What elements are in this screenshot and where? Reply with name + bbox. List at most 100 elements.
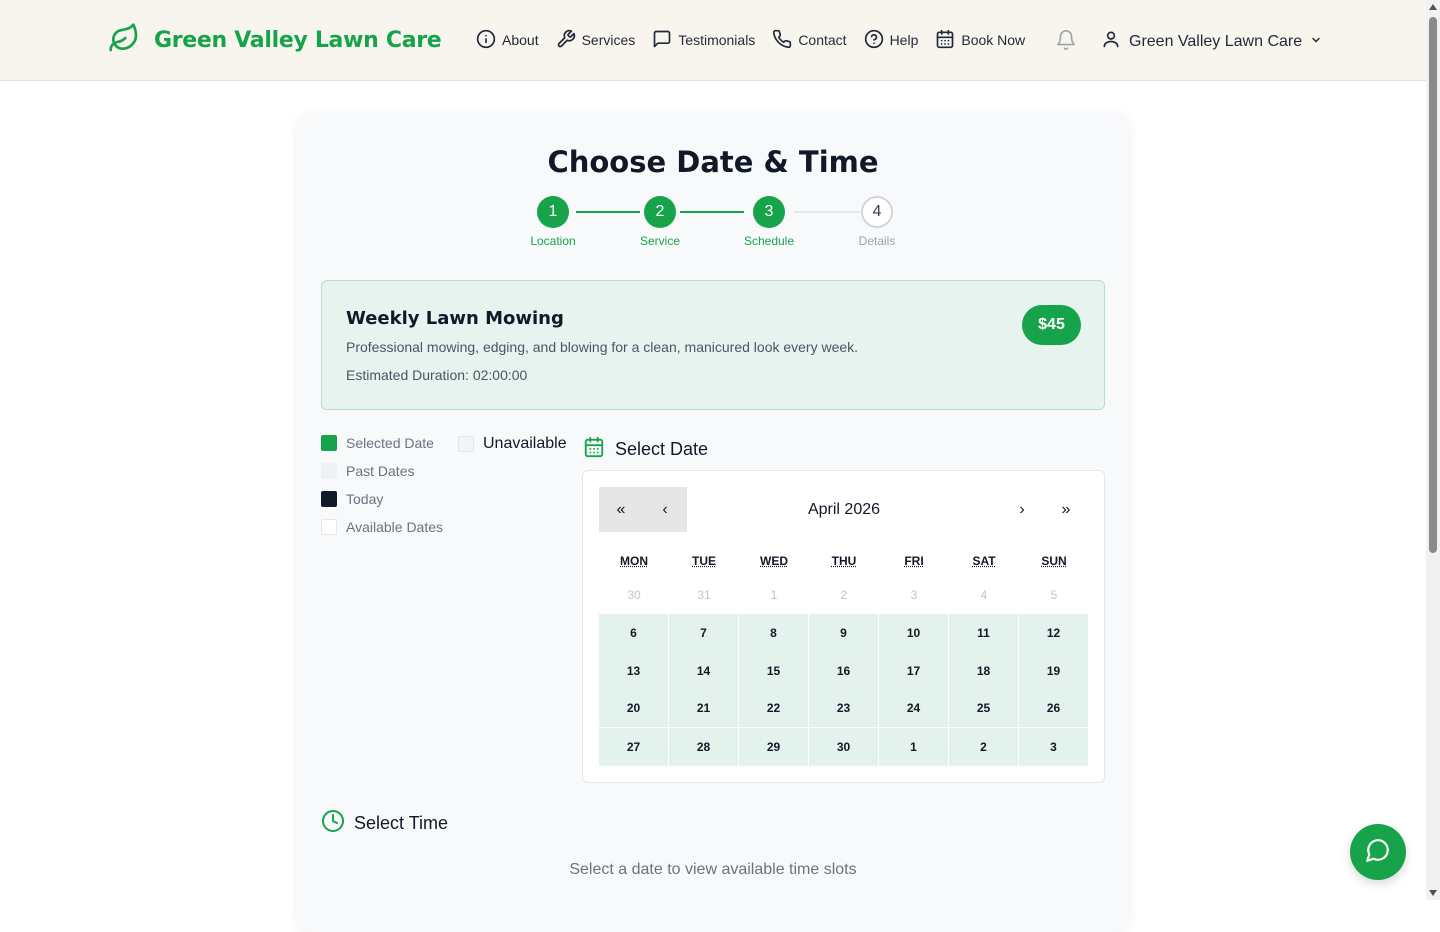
step-label: Service (625, 234, 695, 248)
calendar-day[interactable]: 15 (739, 652, 808, 690)
legend-swatch-selected (321, 435, 337, 451)
calendar-day-past: 4 (949, 576, 1019, 614)
calendar-day-past: 30 (599, 576, 669, 614)
select-date-heading: Select Date (583, 435, 708, 464)
calendar-day[interactable]: 23 (809, 689, 878, 727)
user-menu-label: Green Valley Lawn Care (1129, 33, 1302, 51)
step-label: Details (842, 234, 912, 248)
calendar-day[interactable]: 21 (669, 689, 738, 727)
phone-icon (772, 29, 792, 52)
chat-bubble-icon (1365, 837, 1391, 868)
legend-label: Today (346, 491, 383, 507)
nav-testimonials[interactable]: Testimonials (652, 28, 755, 52)
calendar-day[interactable]: 10 (879, 614, 948, 652)
calendar-day-past: 3 (879, 576, 949, 614)
nav-book-now[interactable]: Book Now (935, 28, 1025, 52)
calendar-day[interactable]: 22 (739, 689, 808, 727)
calendar-icon (583, 435, 605, 464)
nav-about[interactable]: About (476, 28, 539, 52)
calendar-day[interactable]: 11 (949, 614, 1018, 652)
weekday-header: WED (739, 554, 809, 568)
price-badge: $45 (1022, 305, 1081, 345)
step-number: 3 (753, 196, 785, 228)
calendar-day[interactable]: 30 (809, 728, 878, 766)
chat-button[interactable] (1350, 824, 1406, 880)
user-menu-dropdown[interactable]: Green Valley Lawn Care (1101, 29, 1322, 54)
weekday-header: FRI (879, 554, 949, 568)
step-number: 4 (861, 196, 893, 228)
calendar-day[interactable]: 1 (879, 728, 948, 766)
calendar-day[interactable]: 27 (599, 728, 668, 766)
service-duration: Estimated Duration: 02:00:00 (346, 367, 527, 383)
calendar-day[interactable]: 16 (809, 652, 878, 690)
calendar-day[interactable]: 18 (949, 652, 1018, 690)
calendar-day[interactable]: 26 (1019, 689, 1088, 727)
nav-services-label: Services (582, 32, 636, 48)
calendar-day[interactable]: 20 (599, 689, 668, 727)
select-time-label: Select Time (354, 813, 448, 834)
nav-services[interactable]: Services (556, 28, 636, 52)
nav-about-label: About (502, 32, 539, 48)
calendar-day[interactable]: 2 (949, 728, 1018, 766)
legend-unavailable: Unavailable (458, 435, 567, 453)
step-location: 1 Location (518, 196, 588, 248)
service-description: Professional mowing, edging, and blowing… (346, 339, 858, 355)
main-nav: About Services Testimonials Contact Help (476, 28, 1042, 52)
legend-available: Available Dates (321, 519, 443, 535)
notifications-button[interactable] (1055, 29, 1077, 56)
legend-swatch-available (321, 519, 337, 535)
scrollbar-thumb[interactable] (1429, 17, 1437, 553)
step-number: 1 (537, 196, 569, 228)
calendar-day[interactable]: 14 (669, 652, 738, 690)
top-navbar: Green Valley Lawn Care About Services Te… (0, 0, 1426, 81)
calendar-day-past: 1 (739, 576, 809, 614)
legend-label: Available Dates (346, 519, 443, 535)
chevron-down-icon (1310, 33, 1322, 51)
calendar-day[interactable]: 29 (739, 728, 808, 766)
calendar-day[interactable]: 13 (599, 652, 668, 690)
calendar-day[interactable]: 17 (879, 652, 948, 690)
time-slots-hint: Select a date to view available time slo… (296, 861, 1130, 879)
page-scrollbar[interactable] (1426, 0, 1440, 900)
nav-contact[interactable]: Contact (772, 28, 846, 52)
calendar-month-label[interactable]: April 2026 (688, 487, 1000, 532)
info-icon (476, 29, 496, 52)
page-title: Choose Date & Time (0, 145, 1426, 179)
calendar-day[interactable]: 9 (809, 614, 878, 652)
weekday-header: SAT (949, 554, 1019, 568)
calendar-day[interactable]: 25 (949, 689, 1018, 727)
calendar-day[interactable]: 8 (739, 614, 808, 652)
step-schedule: 3 Schedule (734, 196, 804, 248)
step-number: 2 (644, 196, 676, 228)
prev-year-button[interactable]: « (599, 487, 643, 532)
help-circle-icon (864, 29, 884, 52)
legend-swatch-unavailable (458, 436, 474, 452)
scroll-down-arrow-icon[interactable] (1429, 890, 1437, 896)
calendar-day[interactable]: 12 (1019, 614, 1088, 652)
step-details: 4 Details (842, 196, 912, 248)
legend-swatch-past (321, 463, 337, 479)
next-month-button[interactable]: › (1000, 487, 1044, 532)
brand-logo-link[interactable]: Green Valley Lawn Care (108, 22, 441, 59)
prev-month-button[interactable]: ‹ (643, 487, 687, 532)
nav-help-label: Help (890, 32, 919, 48)
user-icon (1101, 29, 1121, 54)
calendar-day[interactable]: 28 (669, 728, 738, 766)
service-summary: Weekly Lawn Mowing Professional mowing, … (321, 280, 1105, 410)
calendar-day[interactable]: 24 (879, 689, 948, 727)
legend-label: Selected Date (346, 435, 434, 451)
nav-help[interactable]: Help (864, 28, 919, 52)
calendar-day[interactable]: 6 (599, 614, 668, 652)
calendar-day[interactable]: 3 (1019, 728, 1088, 766)
leaf-icon (108, 22, 140, 59)
weekday-header: MON (599, 554, 669, 568)
calendar-day[interactable]: 19 (1019, 652, 1088, 690)
calendar-day[interactable]: 7 (669, 614, 738, 652)
nav-contact-label: Contact (798, 32, 846, 48)
bell-icon (1055, 38, 1077, 55)
step-service: 2 Service (625, 196, 695, 248)
next-year-button[interactable]: » (1044, 487, 1088, 532)
weekday-header: TUE (669, 554, 739, 568)
scroll-up-arrow-icon[interactable] (1429, 4, 1437, 10)
step-label: Schedule (734, 234, 804, 248)
